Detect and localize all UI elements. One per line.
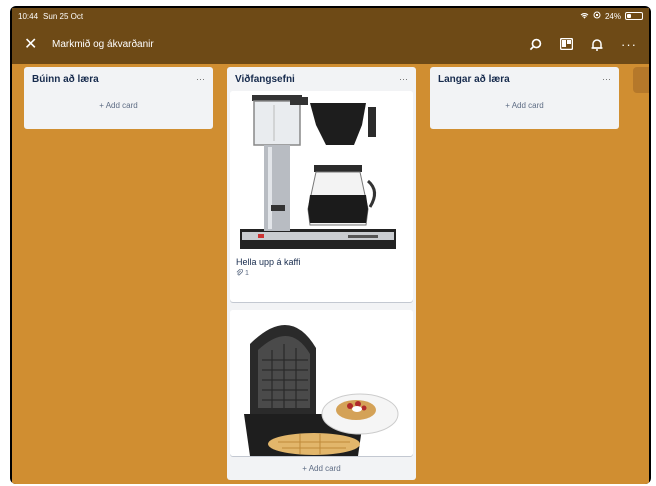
coffee-maker-image (230, 91, 413, 253)
waffle-iron-image (230, 310, 413, 456)
attachment-badge: 1 (230, 268, 413, 278)
attachment-count: 1 (245, 270, 249, 277)
board-header: ✕ Markmið og ákvarðanir ··· (12, 24, 649, 64)
paperclip-icon (236, 268, 243, 278)
card-coffee[interactable]: Hella upp á kaffi 1 (230, 91, 413, 302)
close-icon[interactable]: ✕ (24, 34, 44, 54)
list-title: Langar að læra (438, 73, 510, 85)
board-screen: 10:44 Sun 25 Oct 24% ✕ Markmið og ákvarð… (12, 8, 649, 484)
battery-icon (625, 12, 643, 20)
tablet-frame: 10:44 Sun 25 Oct 24% ✕ Markmið og ákvarð… (10, 6, 651, 484)
add-list-button[interactable] (633, 67, 649, 93)
board-view-icon[interactable] (560, 38, 573, 50)
list-menu-icon[interactable]: ··· (602, 74, 611, 84)
list-langar-ad-laera: Langar að læra ··· + Add card (430, 67, 619, 129)
list-menu-icon[interactable]: ··· (399, 74, 408, 84)
list-title: Búinn að læra (32, 73, 99, 85)
battery-percent: 24% (604, 11, 621, 21)
search-icon[interactable] (529, 38, 542, 51)
more-menu-icon[interactable]: ··· (621, 37, 637, 52)
list-header: Langar að læra ··· (430, 67, 619, 91)
add-card-button[interactable]: + Add card (430, 95, 619, 115)
list-header: Viðfangsefni ··· (227, 67, 416, 91)
add-card-button[interactable]: + Add card (24, 95, 213, 115)
board-title: Markmið og ákvarðanir (52, 38, 154, 50)
status-time: 10:44 (18, 11, 39, 21)
notification-bell-icon[interactable] (591, 38, 603, 51)
list-header: Búinn að læra ··· (24, 67, 213, 91)
card-waffle[interactable] (230, 310, 413, 456)
wifi-icon (580, 12, 589, 21)
orientation-lock-icon (593, 11, 601, 21)
list-menu-icon[interactable]: ··· (196, 74, 205, 84)
add-card-button[interactable]: + Add card (227, 458, 416, 478)
card-title: Hella upp á kaffi (236, 257, 301, 267)
list-vidfangsefni: Viðfangsefni ··· Hella upp á kaffi 1 + A… (227, 67, 416, 480)
list-bunn-ad-laera: Búinn að læra ··· + Add card (24, 67, 213, 129)
list-title: Viðfangsefni (235, 73, 295, 85)
status-date: Sun 25 Oct (43, 11, 84, 21)
status-bar: 10:44 Sun 25 Oct 24% (12, 8, 649, 24)
